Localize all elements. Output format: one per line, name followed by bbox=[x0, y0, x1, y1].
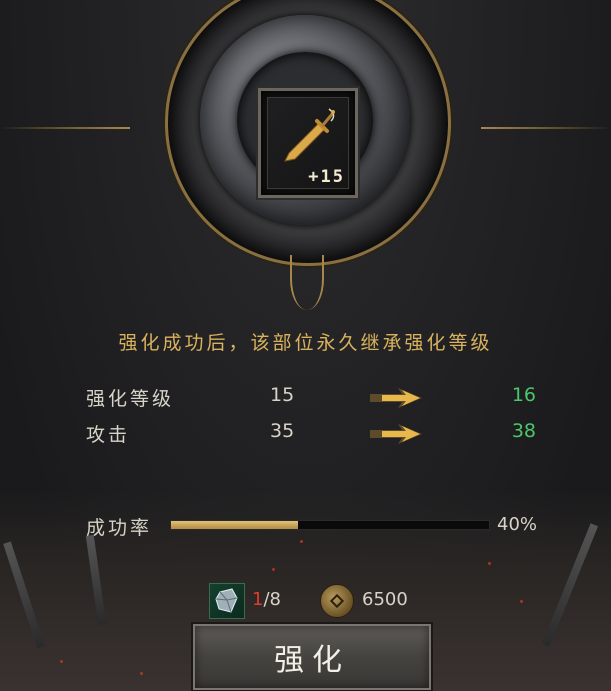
arrow-right-icon bbox=[370, 424, 422, 444]
enhance-button-label: 强化 bbox=[274, 643, 350, 678]
stat-current-value: 35 bbox=[270, 420, 295, 442]
crystal-glyph bbox=[215, 588, 238, 613]
ember bbox=[140, 672, 143, 675]
success-rate-value: 40% bbox=[497, 514, 538, 535]
stat-next-value: 16 bbox=[511, 384, 536, 406]
ember bbox=[272, 568, 275, 571]
item-emblem: +15 bbox=[155, 0, 455, 310]
coin-hole bbox=[329, 593, 345, 609]
stat-current-value: 15 bbox=[270, 384, 295, 406]
coin-icon[interactable] bbox=[320, 584, 354, 618]
frame-line-right bbox=[481, 127, 611, 129]
crystal-icon[interactable] bbox=[209, 583, 245, 619]
stat-row-enhance-level: 强化等级 15 16 bbox=[86, 384, 546, 410]
ember bbox=[300, 540, 303, 543]
success-rate-bar bbox=[170, 520, 490, 530]
enhance-button[interactable]: 强化 bbox=[193, 624, 431, 690]
ember bbox=[488, 562, 491, 565]
coin-cost: 6500 bbox=[362, 589, 408, 610]
frame-line-left bbox=[0, 127, 130, 129]
crystal-owned: 1 bbox=[252, 589, 264, 610]
stat-label: 攻击 bbox=[86, 424, 131, 446]
crystal-required: /8 bbox=[263, 589, 281, 610]
stat-next-value: 38 bbox=[511, 420, 536, 442]
dagger-icon bbox=[284, 108, 335, 162]
stat-label: 强化等级 bbox=[86, 388, 175, 410]
enhance-notice: 强化成功后，该部位永久继承强化等级 bbox=[118, 332, 493, 354]
success-rate-label: 成功率 bbox=[86, 517, 153, 539]
enhance-level-badge: +15 bbox=[308, 167, 345, 187]
item-slot[interactable]: +15 bbox=[256, 86, 360, 200]
success-rate-fill bbox=[171, 521, 299, 529]
ember bbox=[520, 600, 523, 603]
stat-row-attack: 攻击 35 38 bbox=[86, 420, 546, 446]
crystal-cost: 1/8 bbox=[252, 589, 281, 610]
ember bbox=[60, 660, 63, 663]
arrow-right-icon bbox=[370, 388, 422, 408]
